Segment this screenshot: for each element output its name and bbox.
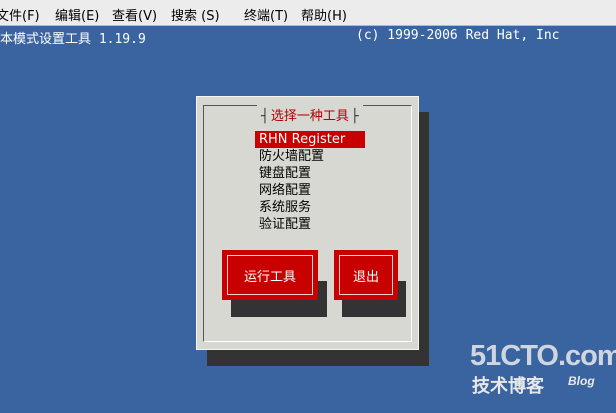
- run-tool-button[interactable]: 运行工具: [222, 250, 318, 300]
- terminal-menubar: 文件(F) 编辑(E) 查看(V) 搜索 (S) 终端(T) 帮助(H): [0, 0, 616, 26]
- tool-option-keyboard[interactable]: 键盘配置: [255, 165, 405, 182]
- site-watermark: 51CTO.com 技术博客 Blog: [470, 340, 616, 406]
- terminal-header-line: 本模式设置工具 1.19.9 (c) 1999-2006 Red Hat, In…: [0, 28, 616, 47]
- menu-terminal[interactable]: 终端(T): [244, 5, 288, 24]
- menu-view[interactable]: 查看(V): [112, 5, 157, 24]
- tool-select-dialog: 选择一种工具 RHN Register 防火墙配置 键盘配置 网络配置 系统服务…: [196, 96, 419, 350]
- run-tool-button-label: 运行工具: [227, 255, 313, 295]
- menu-search[interactable]: 搜索 (S): [171, 5, 220, 24]
- quit-button-label: 退出: [339, 255, 393, 295]
- tool-option-network[interactable]: 网络配置: [255, 182, 405, 199]
- dialog-title: 选择一种工具: [257, 105, 363, 124]
- copyright-text: (c) 1999-2006 Red Hat, Inc: [356, 28, 560, 43]
- watermark-subtitle: 技术博客: [472, 376, 544, 397]
- watermark-site: 51CTO.com: [470, 340, 616, 372]
- quit-button[interactable]: 退出: [334, 250, 398, 300]
- tool-option-services[interactable]: 系统服务: [255, 199, 405, 216]
- menu-file[interactable]: 文件(F): [0, 5, 40, 24]
- tool-option-authentication[interactable]: 验证配置: [255, 216, 405, 233]
- tool-option-rhn-register[interactable]: RHN Register: [255, 131, 365, 148]
- watermark-blog: Blog: [568, 374, 595, 388]
- app-title-text: 本模式设置工具 1.19.9: [0, 32, 146, 47]
- tool-list[interactable]: RHN Register 防火墙配置 键盘配置 网络配置 系统服务 验证配置: [255, 131, 405, 233]
- menu-help[interactable]: 帮助(H): [301, 5, 347, 24]
- menu-edit[interactable]: 编辑(E): [55, 5, 99, 24]
- tool-option-firewall[interactable]: 防火墙配置: [255, 148, 405, 165]
